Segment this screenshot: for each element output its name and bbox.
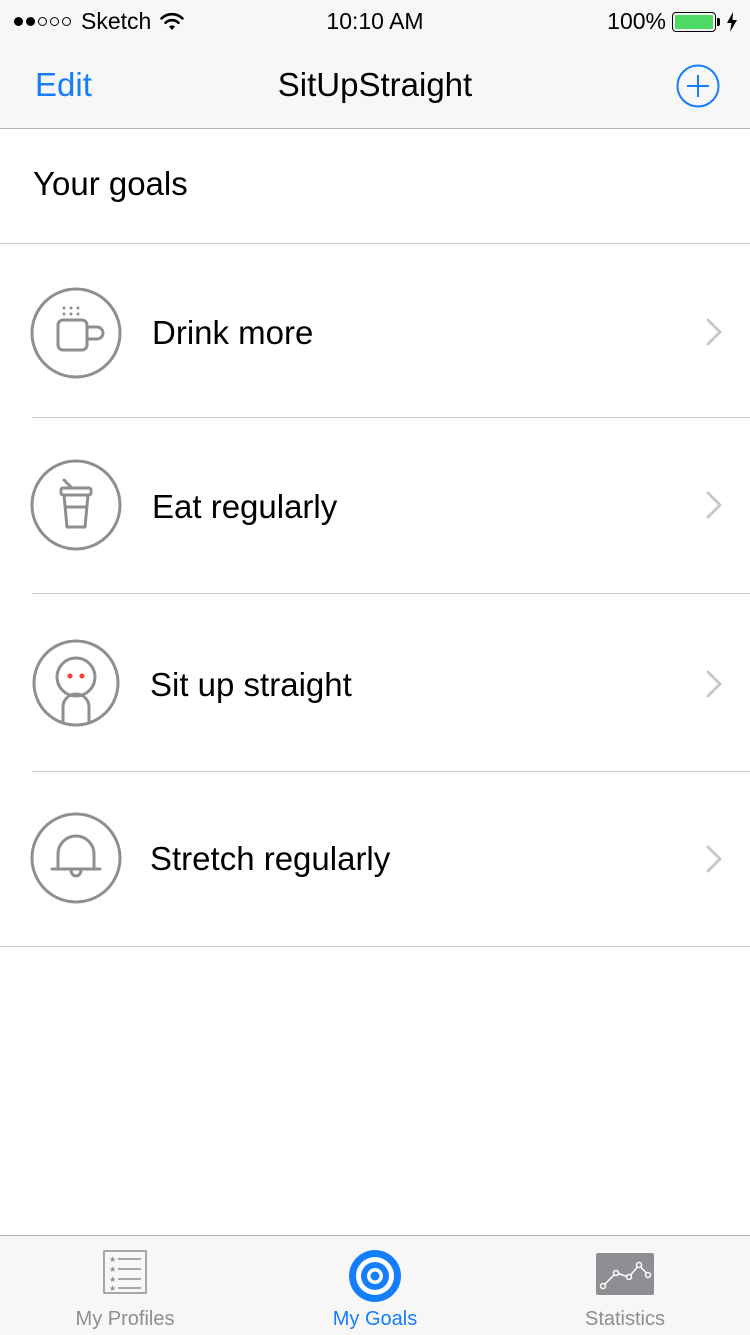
svg-text:★: ★ xyxy=(109,1284,116,1293)
page-title: SitUpStraight xyxy=(277,66,473,103)
goal-row-drink-more[interactable]: Drink more xyxy=(0,244,750,418)
tab-label: My Goals xyxy=(332,1308,418,1330)
chevron-right-icon xyxy=(706,845,722,873)
battery-percentage: 100% xyxy=(607,8,666,34)
bell-icon xyxy=(30,812,122,904)
section-title: Your goals xyxy=(33,165,188,202)
coffee-cup-icon xyxy=(30,287,122,379)
add-goal-button[interactable] xyxy=(676,64,720,108)
goal-label: Drink more xyxy=(152,314,314,351)
status-bar: Sketch 10:10 AM 100% xyxy=(0,0,750,40)
person-icon xyxy=(32,639,120,727)
tab-statistics[interactable]: Statistics xyxy=(500,1236,750,1335)
goal-label: Stretch regularly xyxy=(150,840,391,877)
plus-circle-icon xyxy=(676,64,720,108)
svg-text:★: ★ xyxy=(109,1275,116,1284)
battery-icon xyxy=(672,11,716,32)
chevron-right-icon xyxy=(706,491,722,519)
goal-row-sit-up-straight[interactable]: Sit up straight xyxy=(0,594,750,772)
navigation-bar: Edit SitUpStraight xyxy=(0,40,750,129)
list-icon: ★ ★ ★ ★ xyxy=(103,1250,147,1294)
tab-label: My Profiles xyxy=(75,1308,175,1330)
svg-text:★: ★ xyxy=(109,1255,116,1264)
tab-my-goals[interactable]: My Goals xyxy=(250,1236,500,1335)
battery-status: 100% xyxy=(607,8,738,35)
goal-row-stretch-regularly[interactable]: Stretch regularly xyxy=(0,772,750,947)
tab-label: Statistics xyxy=(584,1308,666,1330)
target-icon xyxy=(349,1250,401,1302)
tab-bar: ★ ★ ★ ★ My Profiles My Goals Statistics xyxy=(0,1235,750,1335)
charging-bolt-icon xyxy=(727,11,737,32)
goal-label: Eat regularly xyxy=(152,488,338,525)
chart-icon xyxy=(596,1253,654,1295)
tab-my-profiles[interactable]: ★ ★ ★ ★ My Profiles xyxy=(0,1236,250,1335)
goals-section-header: Your goals xyxy=(0,129,750,244)
chevron-right-icon xyxy=(706,318,722,346)
svg-text:★: ★ xyxy=(109,1265,116,1274)
goal-row-eat-regularly[interactable]: Eat regularly xyxy=(0,418,750,594)
goal-label: Sit up straight xyxy=(150,666,352,703)
chevron-right-icon xyxy=(706,670,722,698)
drink-cup-icon xyxy=(30,459,122,551)
